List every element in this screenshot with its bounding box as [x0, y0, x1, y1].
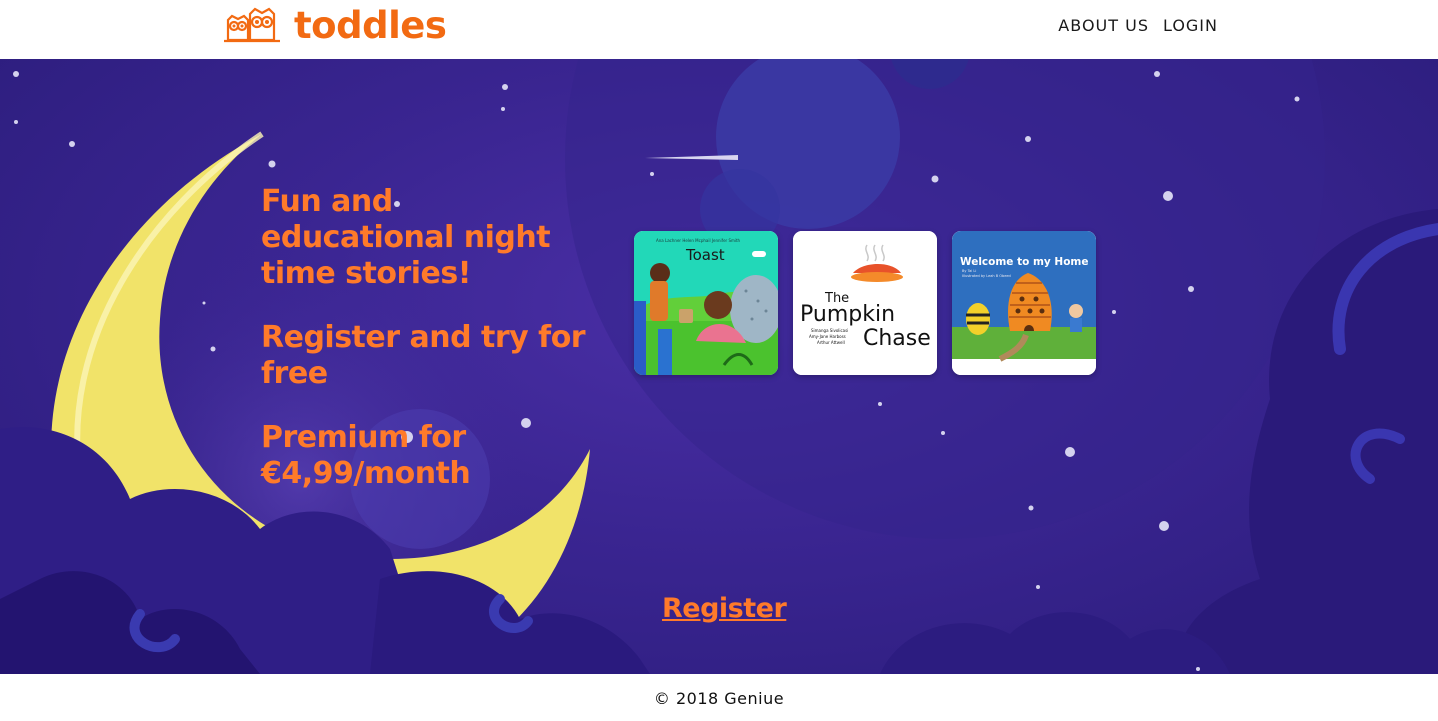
brand-name: toddles [294, 4, 447, 47]
hero-taglines: Fun and educational night time stories! … [261, 184, 631, 520]
hero-section: Fun and educational night time stories! … [0, 59, 1438, 674]
tagline-premium: Premium for €4,99/month [261, 420, 471, 491]
book-pumpkin-credit-3: Arthur Attwell [817, 340, 845, 345]
brand-logo[interactable]: toddles [224, 4, 447, 48]
owls-logo-icon [224, 7, 280, 43]
book-welcome-credit-1: By Tai Li [962, 269, 976, 273]
book-welcome-credit-2: Illustrated by Leah B Obeed [962, 274, 1011, 278]
register-link[interactable]: Register [662, 593, 787, 624]
book-cover-welcome-home[interactable]: Welcome to my Home By Tai Li Illustrated… [952, 231, 1096, 375]
tagline-stories: Fun and educational night time stories! [261, 184, 551, 291]
book-cover-toast[interactable]: Ana Lachner Helen Mcphail Jennifer Smith… [634, 231, 778, 375]
book-pumpkin-credit-2: Amy-Jane Harboss [809, 334, 846, 339]
book-pumpkin-title-3: Chase [863, 326, 931, 351]
site-footer: © 2018 Geniue [0, 674, 1438, 721]
book-cover-pumpkin-chase[interactable]: The Pumpkin Chase Simangа Sivoliсаsі Amy… [793, 231, 937, 375]
book-carousel: Ana Lachner Helen Mcphail Jennifer Smith… [634, 231, 1096, 375]
book-welcome-title: Welcome to my Home [960, 256, 1088, 268]
site-header: toddles ABOUT US LOGIN [0, 0, 1438, 59]
book-pumpkin-credit-1: Simangа Sivoliсаsі [811, 328, 848, 333]
book-toast-credits: Ana Lachner Helen Mcphail Jennifer Smith [656, 238, 741, 243]
book-pumpkin-title-2: Pumpkin [800, 302, 895, 327]
nav-about-us[interactable]: ABOUT US [1058, 16, 1149, 35]
nav-login[interactable]: LOGIN [1163, 16, 1218, 35]
tagline-register: Register and try for free [261, 320, 586, 391]
copyright-text: © 2018 Geniue [653, 689, 785, 708]
main-nav: ABOUT US LOGIN [1058, 16, 1218, 35]
book-toast-title: Toast [685, 246, 725, 264]
